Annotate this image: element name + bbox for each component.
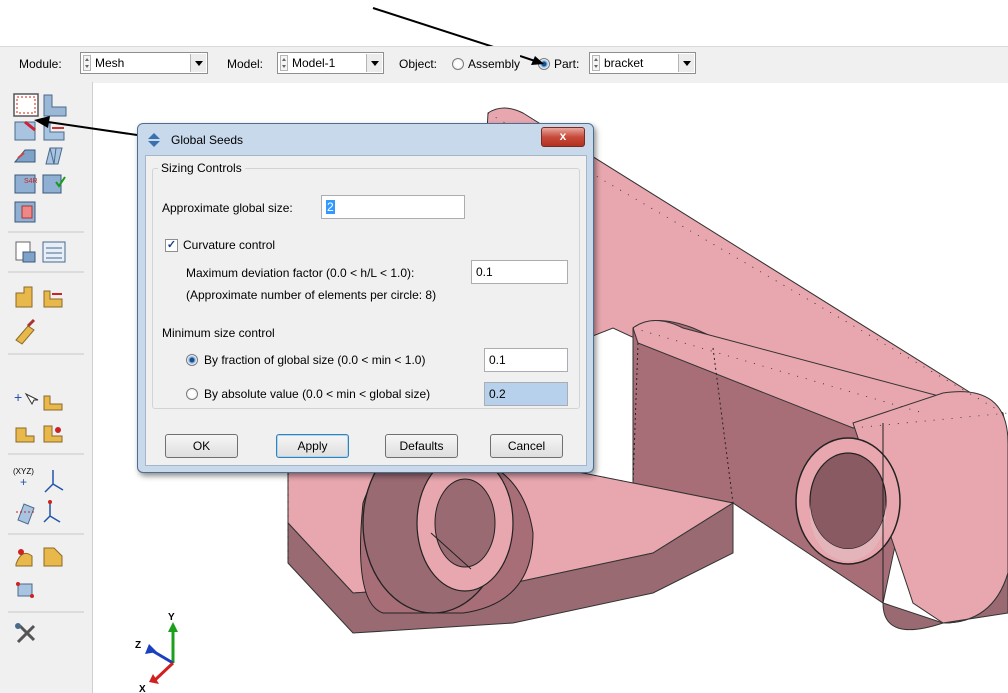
min-size-label: Minimum size control <box>162 326 275 340</box>
mesh-part-icon[interactable] <box>13 149 36 163</box>
datum-point-icon[interactable]: + <box>14 389 39 406</box>
module-value: Mesh <box>95 56 125 70</box>
ok-button[interactable]: OK <box>165 434 238 458</box>
svg-text:+: + <box>20 475 27 489</box>
svg-text:S4R: S4R <box>24 178 38 185</box>
edit-mesh-icon[interactable] <box>15 318 36 345</box>
model-select[interactable]: Model-1 <box>277 52 384 74</box>
create-virtual-topology-icon[interactable] <box>14 201 36 223</box>
global-size-input[interactable]: 2 <box>321 195 465 219</box>
datum-plane-icon[interactable] <box>15 427 35 443</box>
triad-x-label: X <box>139 684 146 693</box>
triad-z-label: Z <box>135 640 141 651</box>
object-label: Object: <box>399 57 438 71</box>
mesh-region-icon[interactable] <box>45 147 63 165</box>
chevron-down-icon[interactable] <box>366 54 382 72</box>
datum-csys-icon[interactable] <box>43 425 63 443</box>
absolute-label: By absolute value (0.0 < min < global si… <box>204 387 431 401</box>
context-bar: Module: Mesh Model: Model-1 Object: Asse… <box>0 46 1008 84</box>
deviation-input[interactable]: 0.1 <box>471 260 568 284</box>
part-select[interactable]: bracket <box>589 52 696 74</box>
module-toolbox: S4R + (XYZ) + <box>0 82 93 693</box>
absolute-radio[interactable] <box>186 388 198 400</box>
fraction-label: By fraction of global size (0.0 < min < … <box>204 353 426 367</box>
partition-face-icon[interactable] <box>43 290 63 308</box>
datum-axis-icon[interactable] <box>43 395 63 411</box>
tools-icon[interactable] <box>15 623 36 644</box>
elements-per-circle-note: (Approximate number of elements per circ… <box>186 288 437 302</box>
part-label: Part: <box>554 57 580 71</box>
annotation-arrowhead <box>520 55 544 65</box>
svg-text:+: + <box>14 389 22 405</box>
assign-element-icon[interactable]: S4R <box>14 174 38 194</box>
spin-icon <box>83 55 91 71</box>
report-icon[interactable] <box>42 241 66 263</box>
query-icon[interactable] <box>15 241 36 263</box>
chevron-down-icon[interactable] <box>190 54 206 72</box>
spin-icon <box>280 55 288 71</box>
cancel-button[interactable]: Cancel <box>490 434 563 458</box>
boolean-icon[interactable] <box>43 547 63 567</box>
toolbox-icons: S4R + (XYZ)+ <box>8 93 84 644</box>
fraction-input[interactable]: 0.1 <box>484 348 568 372</box>
part-value: bracket <box>604 56 644 70</box>
absolute-input[interactable]: 0.2 <box>484 382 568 406</box>
fraction-radio[interactable] <box>186 354 198 366</box>
close-button[interactable]: x <box>541 127 585 147</box>
transform-icon[interactable] <box>16 582 34 598</box>
module-select[interactable]: Mesh <box>80 52 208 74</box>
model-label: Model: <box>227 57 264 71</box>
spin-icon <box>592 55 600 71</box>
annotation-arrow-top <box>372 7 494 46</box>
axis-triad: Y Z X <box>135 612 178 693</box>
csys-icon[interactable] <box>43 500 61 523</box>
curvature-checkbox[interactable]: ✓ <box>165 239 178 252</box>
tripod-icon[interactable] <box>44 470 64 493</box>
deviation-label: Maximum deviation factor (0.0 < h/L < 1.… <box>186 266 415 280</box>
triad-y-label: Y <box>168 612 175 623</box>
global-seeds-dialog: Global Seeds x Sizing Controls Approxima… <box>137 123 594 473</box>
dialog-app-icon <box>148 133 160 147</box>
model-value: Model-1 <box>292 56 336 70</box>
chevron-down-icon[interactable] <box>678 54 694 72</box>
assembly-label: Assembly <box>468 57 521 71</box>
apply-button[interactable]: Apply <box>276 434 349 458</box>
assembly-radio[interactable] <box>452 58 464 70</box>
dialog-body: Sizing Controls Approximate global size:… <box>145 155 587 466</box>
partition-icon[interactable] <box>15 286 33 308</box>
sizing-controls-label: Sizing Controls <box>158 161 245 175</box>
dialog-title: Global Seeds <box>171 133 244 147</box>
annotation-arrow-left <box>34 116 138 136</box>
defaults-button[interactable]: Defaults <box>385 434 458 458</box>
sweep-icon[interactable] <box>15 549 33 567</box>
module-label: Module: <box>19 57 62 71</box>
edge-datum-icon[interactable] <box>16 503 36 525</box>
xyz-point-icon[interactable]: (XYZ)+ <box>13 467 34 489</box>
curvature-label: Curvature control <box>183 238 276 252</box>
verify-mesh-icon[interactable] <box>42 174 66 194</box>
global-size-label: Approximate global size: <box>162 201 293 215</box>
